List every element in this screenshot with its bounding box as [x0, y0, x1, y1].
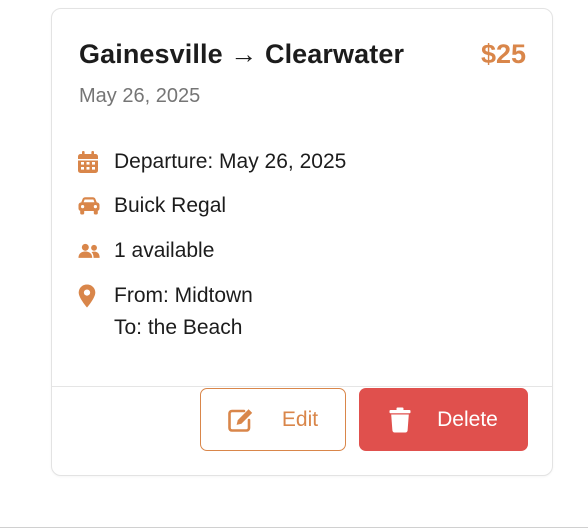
trip-price: $25 [480, 39, 526, 69]
edit-icon [228, 408, 254, 432]
seats-row: 1 available [78, 235, 214, 267]
page: Gainesville → Clearwater $25 May 26, 202… [0, 0, 588, 530]
map-pin-icon [78, 280, 100, 312]
departure-text: Departure: May 26, 2025 [114, 150, 347, 173]
car-icon [78, 190, 100, 222]
route-to: To: the Beach [114, 316, 243, 339]
trip-title: Gainesville → Clearwater [79, 39, 405, 69]
departure-row: Departure: May 26, 2025 [78, 146, 346, 178]
calendar-icon [78, 146, 100, 178]
trip-date: May 26, 2025 [79, 85, 201, 107]
edit-label: Edit [281, 407, 319, 431]
trip-card: Gainesville → Clearwater $25 May 26, 202… [51, 8, 553, 476]
delete-button[interactable]: Delete [359, 388, 528, 451]
seats-text: 1 available [114, 239, 215, 262]
edit-button[interactable]: Edit [200, 388, 346, 451]
card-divider [52, 386, 552, 387]
users-icon [78, 235, 100, 267]
route-row: From: Midtown To: the Beach [78, 280, 253, 344]
route-from: From: Midtown [114, 284, 253, 307]
vehicle-row: Buick Regal [78, 190, 226, 222]
delete-label: Delete [437, 407, 498, 431]
trash-icon [389, 407, 411, 433]
page-bottom-border [0, 527, 588, 528]
route-text: From: Midtown To: the Beach [114, 280, 253, 344]
vehicle-text: Buick Regal [114, 194, 227, 217]
